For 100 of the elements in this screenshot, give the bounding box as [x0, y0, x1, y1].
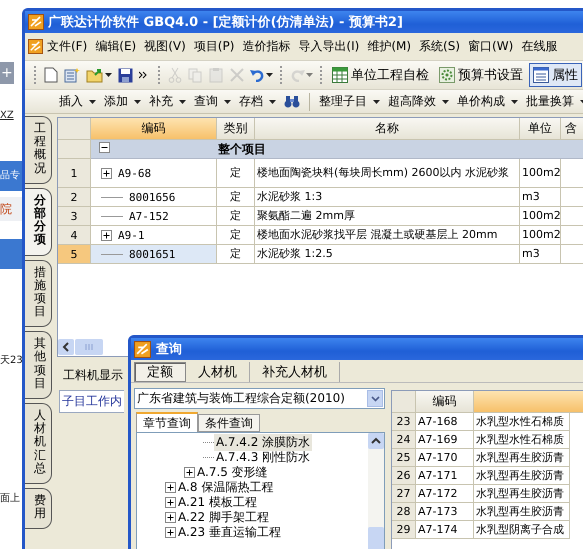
table-cell: 8001656 — [91, 188, 217, 207]
app-logo-icon — [28, 39, 43, 54]
panel-title: 工料机显示 — [63, 367, 123, 384]
tab[interactable]: 人材机 — [186, 362, 250, 382]
dropdown-button[interactable]: 插入 — [57, 93, 98, 110]
dropdown-button[interactable]: 整理子目 — [317, 93, 382, 110]
side-tab[interactable]: 措施项目 — [25, 260, 52, 328]
tab[interactable]: 定额 — [134, 362, 186, 382]
delete-icon — [230, 68, 244, 82]
table-cell: A7-169 — [416, 431, 474, 449]
menu-item[interactable]: 在线服 — [517, 38, 562, 55]
expand-icon[interactable] — [165, 512, 176, 523]
new-file-icon — [44, 67, 58, 83]
expand-icon[interactable] — [165, 527, 176, 538]
table-cell: 水乳型再生胶沥青 — [474, 503, 570, 521]
toolbar-button[interactable]: 属性 — [529, 63, 582, 87]
row-number[interactable]: 1 — [58, 159, 91, 188]
dropdown-button[interactable]: 查询 — [192, 93, 233, 110]
tree-item[interactable]: A.7.4.2 涂膜防水 — [214, 434, 312, 451]
tab[interactable]: 章节查询 — [136, 412, 198, 432]
table-cell: 定 — [217, 159, 255, 188]
menu-item[interactable]: 视图(V) — [140, 38, 190, 55]
menu-item[interactable]: 编辑(E) — [91, 38, 140, 55]
row-number[interactable]: 2 — [58, 188, 91, 207]
caret-icon — [306, 73, 313, 77]
column-header[interactable]: 编码 — [91, 118, 217, 140]
menu-item[interactable]: 项目(P) — [190, 38, 238, 55]
group-row[interactable]: 整个项目 — [91, 140, 583, 159]
column-header[interactable]: 名称 — [255, 118, 520, 140]
dropdown-button[interactable]: 补充 — [147, 93, 188, 110]
table-cell: 水乳型再生胶沥青 — [474, 449, 570, 467]
binoculars-icon — [284, 94, 300, 108]
caret-icon — [269, 100, 276, 104]
tree-item[interactable]: A.22 脚手架工程 — [176, 509, 271, 526]
side-tab[interactable]: 工程概况 — [25, 116, 52, 184]
table-cell: 水泥砂浆 1:2.5 — [255, 245, 520, 264]
expand-icon[interactable] — [165, 482, 176, 493]
caret-icon — [134, 100, 141, 104]
column-header[interactable]: 编码 — [416, 391, 474, 413]
tree-item[interactable]: A.7.4.3 刚性防水 — [214, 449, 312, 466]
row-number: 29 — [392, 521, 416, 539]
library-select[interactable]: 广东省建筑与装饰工程综合定额(2010) — [134, 388, 385, 409]
scroll-thumb-icon[interactable] — [75, 339, 103, 355]
dropdown-button[interactable]: 添加 — [102, 93, 143, 110]
row-number[interactable]: 3 — [58, 207, 91, 226]
side-tab[interactable]: 其他项目 — [25, 331, 52, 399]
table-cell: A9-68 — [91, 159, 217, 188]
expand-icon[interactable] — [165, 497, 176, 508]
column-header[interactable]: 单位 — [520, 118, 561, 140]
tree-item[interactable]: A.8 保温隔热工程 — [176, 479, 276, 496]
page-banner — [0, 239, 22, 269]
table-cell: 楼地面陶瓷块料(每块周长mm) 2600以内 水泥砂浆 — [255, 159, 520, 188]
tab[interactable]: 补充人材机 — [250, 362, 340, 382]
page-link[interactable]: XZ — [0, 110, 22, 121]
tab[interactable]: 条件查询 — [198, 414, 260, 432]
table-cell: 楼地面水泥砂浆找平层 混凝土或硬基层上 20mm — [255, 226, 520, 245]
tree-item[interactable]: A.21 模板工程 — [176, 494, 259, 511]
toolbar-button[interactable]: 预算书设置 — [435, 63, 527, 87]
panel-tab[interactable]: 子目工作内 — [59, 390, 124, 413]
collapse-icon[interactable] — [99, 142, 110, 153]
tree-item[interactable]: A.7.5 变形缝 — [195, 464, 270, 481]
caret-icon — [89, 100, 96, 104]
row-number[interactable]: 5 — [58, 245, 91, 264]
grid-corner — [392, 391, 416, 413]
table-cell: A7-172 — [416, 485, 474, 503]
gear-icon — [439, 67, 455, 83]
menu-item[interactable]: 维护(M) — [363, 38, 416, 55]
scroll-up-icon[interactable] — [368, 433, 384, 449]
side-tab[interactable]: 人材机汇总 — [25, 403, 52, 484]
redo-icon — [290, 68, 305, 82]
menu-item[interactable]: 系统(S) — [415, 38, 464, 55]
menu-item[interactable]: 文件(F) — [43, 38, 92, 55]
scroll-left-icon[interactable] — [58, 339, 74, 355]
tree-item[interactable]: A.23 垂直运输工程 — [176, 524, 283, 541]
toolbar-button[interactable]: 单位工程自检 — [328, 63, 433, 87]
dropdown-button[interactable]: 存档 — [237, 93, 278, 110]
folder-icon — [86, 67, 104, 83]
table-cell: 100m2 — [520, 207, 561, 226]
expand-icon[interactable] — [101, 230, 112, 240]
table-cell: 100m2 — [520, 226, 561, 245]
table-cell: 定 — [217, 188, 255, 207]
caret-icon — [266, 73, 273, 77]
column-header[interactable]: 类别 — [217, 118, 255, 140]
dropdown-button[interactable]: 批量换算 — [524, 93, 583, 110]
row-number[interactable]: 4 — [58, 226, 91, 245]
table-cell: 水泥砂浆 1:3 — [255, 188, 520, 207]
side-tab[interactable]: 分部分项 — [25, 188, 52, 256]
grid-corner — [58, 118, 91, 140]
table-cell: A9-1 — [91, 226, 217, 245]
dropdown-button[interactable]: 超高降效 — [386, 93, 451, 110]
side-tab[interactable]: 费用 — [25, 488, 52, 530]
expand-icon[interactable] — [184, 467, 195, 478]
scissors-icon — [168, 67, 182, 83]
expand-icon[interactable] — [101, 168, 112, 178]
menu-item[interactable]: 导入导出(I) — [294, 38, 364, 55]
menu-item[interactable]: 窗口(W) — [464, 38, 518, 55]
chevron-down-icon — [370, 396, 380, 402]
dropdown-button[interactable]: 单价构成 — [455, 93, 520, 110]
column-header[interactable]: 含 — [561, 118, 583, 140]
menu-item[interactable]: 造价指标 — [238, 38, 294, 55]
